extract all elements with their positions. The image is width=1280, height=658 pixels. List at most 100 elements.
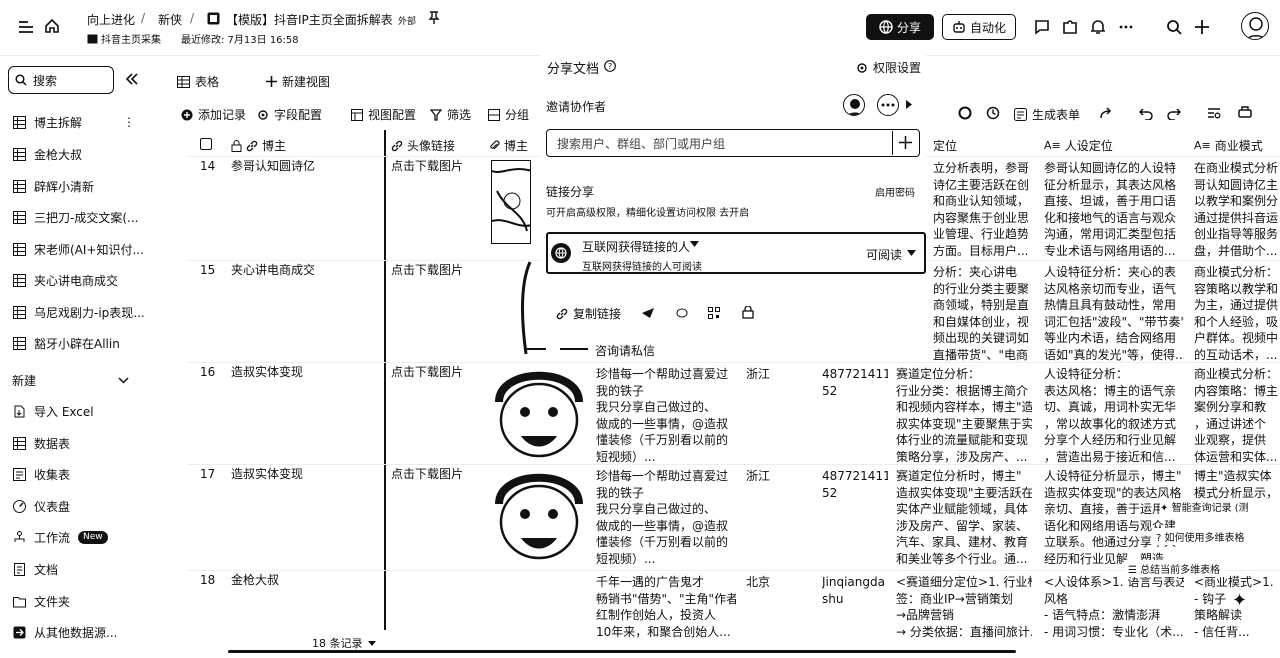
new-item[interactable]: 仪表盘 [12,495,157,517]
column-header-positioning[interactable]: 定位 [933,137,957,154]
group-button[interactable]: 分组 [488,106,529,123]
dropdown-arrow-icon[interactable] [690,241,699,247]
avatar-image[interactable] [491,362,587,460]
expand-arrow-icon[interactable] [906,100,912,109]
new-item[interactable]: 文档 [12,558,157,580]
view-tab-table[interactable]: 表格 [177,73,219,90]
collaborator-avatar[interactable] [843,94,865,116]
new-section-header[interactable]: 新建 [12,369,157,391]
breadcrumb-item-1[interactable]: 向上进化 [87,11,135,28]
avatar-image[interactable] [491,160,531,244]
permission-settings-button[interactable]: 权限设置 [856,59,921,76]
share-arrow-icon[interactable] [1099,106,1113,120]
feishu-icon[interactable] [641,307,655,319]
horizontal-scrollbar[interactable] [228,650,1016,653]
column-header-blogger-2[interactable]: 博主 [489,137,528,154]
new-item[interactable]: 导入 Excel [12,400,157,422]
password-toggle[interactable]: 启用密码 [875,184,915,199]
help-icon[interactable]: ? [604,60,616,72]
smart-log-tip[interactable]: ✦ 智能查询记录 (测 [1160,499,1249,514]
view-config-button[interactable]: 视图配置 [351,106,416,123]
perm-level[interactable]: 可阅读 [866,246,902,263]
wechat-icon[interactable] [676,307,690,319]
new-item[interactable]: 收集表 [12,463,157,485]
more-icon[interactable] [1118,19,1134,35]
avatar-image[interactable] [491,464,587,564]
new-view-button[interactable]: 新建视图 [266,73,330,90]
positioning-line: 策略分享，涉及房产、... [896,449,1028,464]
item-more-icon[interactable]: ⋮ [123,115,135,129]
new-item[interactable]: 工作流 New [12,526,157,548]
pin-icon[interactable] [428,11,440,25]
lock-link-icon[interactable] [742,306,754,319]
link-share-desc[interactable]: 可开启高级权限，精细化设置访问权限 去开启 [546,204,749,219]
redo-icon[interactable] [1167,106,1181,120]
summary-tip[interactable]: ☰ 总结当前多维表格 [1124,560,1225,577]
add-record-button[interactable]: 添加记录 [181,106,246,123]
generate-form-button[interactable]: 生成表单 [1014,106,1080,123]
select-all-checkbox[interactable] [200,138,212,150]
search-records-icon[interactable] [1207,106,1221,120]
field-config-button[interactable]: 字段配置 [257,106,322,123]
record-icon[interactable] [958,106,972,120]
more-collaborators-icon[interactable] [877,94,899,116]
add-collaborator-icon[interactable] [899,136,912,149]
plus-icon[interactable] [1194,19,1210,35]
new-item[interactable]: 文件夹 [12,590,157,612]
record-count[interactable]: 18 条记录 [312,635,376,651]
column-header-avatar-link[interactable]: 头像链接 [391,137,455,154]
column-header-persona[interactable]: A≡ 人设定位 [1044,137,1113,154]
sidebar-item[interactable]: 博主拆解 ⋮ [12,111,157,133]
sidebar-search[interactable]: 搜索 [8,66,114,94]
frozen-column-divider[interactable] [384,130,386,630]
positioning-line: 赛道定位分析： [896,367,981,381]
user-avatar[interactable] [1241,12,1269,40]
uid-line: 52 [822,485,838,500]
doc-title[interactable]: 【模版】抖音IP主页全面拆解表 [226,11,393,28]
sidebar-item[interactable]: 豁牙小辟在Allin [12,332,157,354]
sidebar-item[interactable]: 三把刀-成交文案(... [12,206,157,228]
filter-button[interactable]: 筛选 [430,106,471,123]
share-button[interactable]: 分享 [866,14,934,40]
learn-multi-tip[interactable]: ? 如何使用多维表格 [1152,528,1249,545]
ai-assistant-icon[interactable]: ✦ [1232,590,1247,611]
bell-icon[interactable] [1090,19,1106,35]
menu-icon[interactable] [18,20,34,34]
search-icon[interactable] [1166,19,1182,35]
sidebar-item[interactable]: 乌尼戏剧力-ip表现... [12,301,157,323]
undo-icon[interactable] [1139,106,1153,120]
download-image-link: 点击下载图片 [391,467,464,481]
business-line: 容策略以教学和 [1194,281,1278,296]
sidebar-item[interactable]: 辟辉小清新 [12,175,157,197]
copy-link-button[interactable]: 复制链接 [556,305,621,322]
invite-label: 邀请协作者 [546,100,607,114]
robot-icon [952,20,966,34]
new-section-label: 新建 [12,373,37,388]
automation-button[interactable]: 自动化 [942,14,1016,40]
avatar-image[interactable] [516,260,532,356]
positioning-line: 方面。目标用户... [933,243,1028,258]
qrcode-icon[interactable] [708,307,720,319]
dropdown-arrow-icon[interactable] [907,250,916,256]
home-icon[interactable] [44,18,60,34]
sidebar-item[interactable]: 夹心讲电商成交 [12,269,157,291]
share-search-input[interactable]: 搜索用户、群组、部门或用户组 [546,129,920,157]
column-header-business[interactable]: A≡ 商业模式 [1194,137,1263,154]
breadcrumb-item-2[interactable]: 新侠 [158,11,182,28]
column-header-blogger[interactable]: 博主 [231,137,286,154]
print-icon[interactable] [1238,106,1252,120]
persona-line: 表达风格：博主的语气亲 [1044,383,1177,398]
sidebar-item[interactable]: 宋老师(AI+知识付... [12,238,157,260]
persona-line: 直接、坦诚，善于用口语 [1044,194,1177,208]
form-icon [12,467,26,481]
collapse-sidebar-icon[interactable] [125,73,139,85]
bio-line: 红制作创始人，投资人 [596,608,717,622]
plugin-icon[interactable] [1062,19,1078,35]
new-item[interactable]: 从其他数据源... [12,621,157,643]
perm-title[interactable]: 互联网获得链接的人 [582,238,690,255]
subtitle-folder[interactable]: 抖音主页采集 [101,31,161,46]
new-item[interactable]: 数据表 [12,432,157,454]
comment-icon[interactable] [1034,19,1050,35]
history-icon[interactable] [986,106,1000,120]
sidebar-item[interactable]: 金枪大叔 [12,143,157,165]
